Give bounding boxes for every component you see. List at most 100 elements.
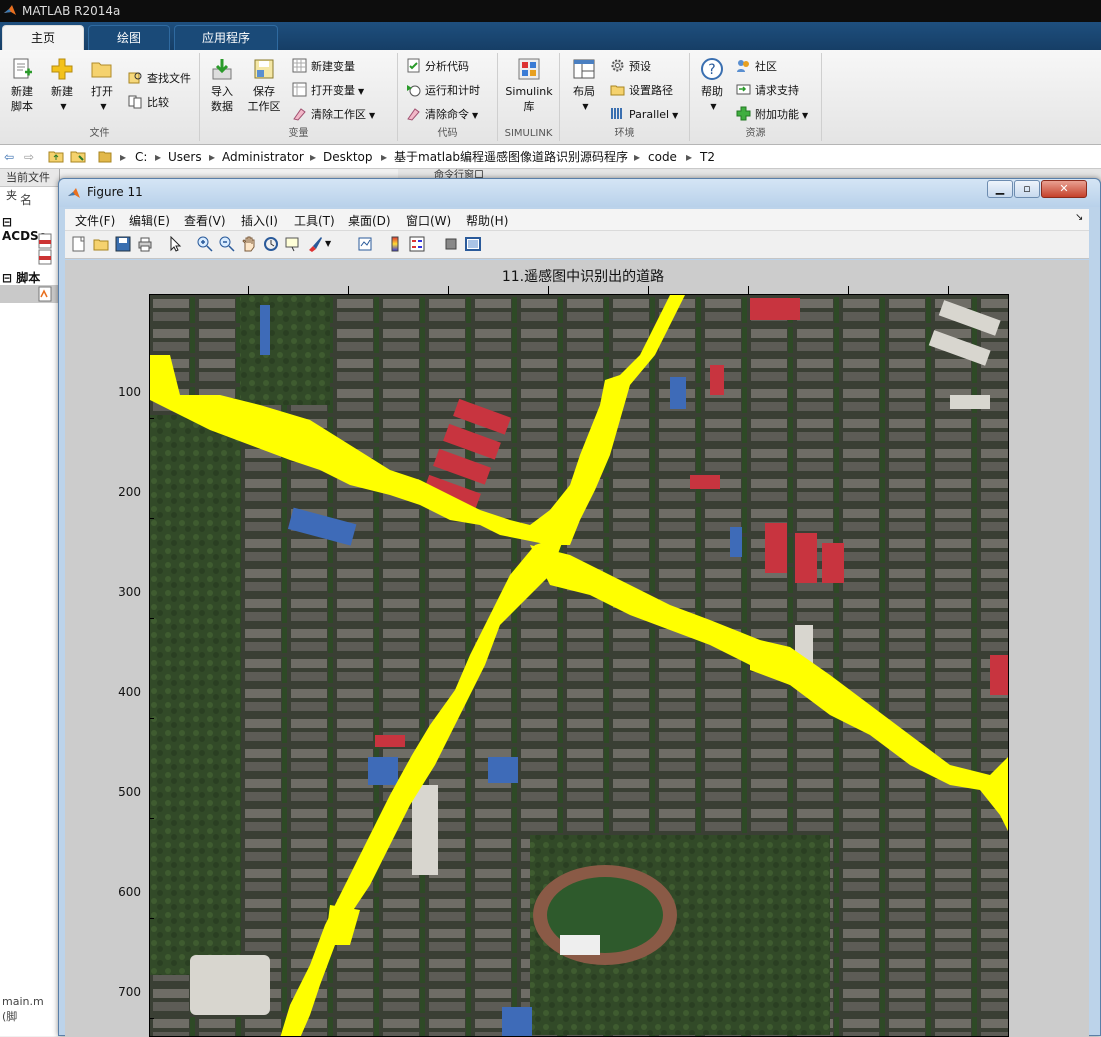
brush-icon[interactable] bbox=[307, 236, 323, 252]
path-segment-project[interactable]: 基于matlab编程遥感图像道路识别源码程序 bbox=[394, 146, 628, 168]
new-script-button[interactable]: 新建 脚本 bbox=[4, 57, 40, 114]
image-axes[interactable] bbox=[149, 294, 1009, 1037]
root-folder-icon bbox=[98, 146, 112, 168]
set-path-button[interactable]: 设置路径 bbox=[610, 81, 673, 101]
y-tick-mark bbox=[149, 518, 154, 519]
y-tick-label: 500 bbox=[118, 785, 141, 799]
new-figure-icon[interactable] bbox=[71, 236, 87, 252]
brush-dropdown-icon[interactable]: ▼ bbox=[325, 239, 331, 248]
dock-arrow-icon[interactable]: ↘ bbox=[1075, 212, 1083, 223]
show-plot-tools-icon[interactable] bbox=[465, 236, 481, 252]
current-folder-panel: 当前文件夹 名 ⊟ ACDSe ⊟ 脚本 main.m (脚 bbox=[0, 169, 60, 1036]
path-segment-t2[interactable]: T2 bbox=[700, 146, 715, 168]
figure-menu-bar: 文件(F) 编辑(E) 查看(V) 插入(I) 工具(T) 桌面(D) 窗口(W… bbox=[65, 209, 1089, 231]
open-label: 打开 bbox=[91, 85, 113, 98]
variable-group-label: 变量 bbox=[288, 128, 309, 139]
preferences-label: 预设 bbox=[629, 60, 651, 73]
up-folder-icon[interactable] bbox=[48, 146, 64, 168]
path-segment-code[interactable]: code bbox=[648, 146, 677, 168]
y-tick-label: 400 bbox=[118, 685, 141, 699]
open-variable-button[interactable]: 打开变量 ▼ bbox=[292, 81, 364, 101]
layout-label: 布局 bbox=[573, 85, 595, 98]
addons-button[interactable]: 附加功能 ▼ bbox=[736, 105, 808, 125]
menu-file[interactable]: 文件(F) bbox=[75, 212, 115, 229]
clear-commands-button[interactable]: 清除命令 ▼ bbox=[406, 105, 478, 125]
new-plus-icon bbox=[51, 58, 73, 80]
help-button[interactable]: ? 帮助 ▼ bbox=[694, 57, 730, 114]
community-button[interactable]: 社区 bbox=[736, 57, 777, 77]
y-tick-mark bbox=[149, 618, 154, 619]
browse-folder-icon[interactable] bbox=[70, 146, 86, 168]
path-separator-icon: ▸ bbox=[381, 150, 388, 164]
path-segment-administrator[interactable]: Administrator bbox=[222, 146, 304, 168]
menu-help[interactable]: 帮助(H) bbox=[466, 212, 508, 229]
folder-scripts-label: 脚本 bbox=[16, 271, 41, 285]
tab-plots[interactable]: 绘图 bbox=[88, 25, 170, 50]
request-support-button[interactable]: 请求支持 bbox=[736, 81, 799, 101]
analyze-code-button[interactable]: 分析代码 bbox=[406, 57, 469, 77]
menu-window[interactable]: 窗口(W) bbox=[406, 212, 451, 229]
preferences-button[interactable]: 预设 bbox=[610, 57, 651, 77]
parallel-label: Parallel bbox=[629, 108, 670, 121]
menu-tools[interactable]: 工具(T) bbox=[294, 212, 335, 229]
colorbar-icon[interactable] bbox=[387, 236, 403, 252]
open-file-icon[interactable] bbox=[93, 236, 109, 252]
simulink-library-button[interactable]: Simulink 库 bbox=[504, 57, 554, 114]
open-button[interactable]: 打开 ▼ bbox=[84, 57, 120, 114]
figure-title-bar[interactable]: Figure 11 ▁ ▫ ✕ bbox=[59, 179, 1100, 207]
new-variable-label: 新建变量 bbox=[311, 60, 355, 73]
find-files-button[interactable]: 查找文件 bbox=[128, 69, 191, 89]
layout-button[interactable]: 布局 ▼ bbox=[566, 57, 602, 114]
rotate-3d-icon[interactable] bbox=[263, 236, 279, 252]
save-icon[interactable] bbox=[115, 236, 131, 252]
folder-scripts[interactable]: ⊟ 脚本 bbox=[2, 269, 40, 286]
menu-edit[interactable]: 编辑(E) bbox=[129, 212, 170, 229]
zoom-out-icon[interactable] bbox=[219, 236, 235, 252]
path-segment-users[interactable]: Users bbox=[168, 146, 202, 168]
minimize-button[interactable]: ▁ bbox=[987, 180, 1013, 198]
legend-icon[interactable] bbox=[409, 236, 425, 252]
print-icon[interactable] bbox=[137, 236, 153, 252]
pan-hand-icon[interactable] bbox=[241, 236, 257, 252]
path-segment-drive[interactable]: C: bbox=[135, 146, 147, 168]
close-button[interactable]: ✕ bbox=[1041, 180, 1087, 198]
import-data-button[interactable]: 导入 数据 bbox=[204, 57, 240, 114]
link-plot-icon[interactable] bbox=[357, 236, 373, 252]
set-path-icon bbox=[610, 85, 625, 96]
name-column-header[interactable]: 名 bbox=[20, 191, 32, 208]
zoom-in-icon[interactable] bbox=[197, 236, 213, 252]
maximize-button[interactable]: ▫ bbox=[1014, 180, 1040, 198]
back-arrow-icon[interactable]: ⇦ bbox=[4, 146, 14, 168]
collapse-icon[interactable]: ⊟ bbox=[2, 215, 12, 229]
path-separator-icon: ▸ bbox=[634, 150, 641, 164]
pointer-arrow-icon[interactable] bbox=[167, 236, 183, 252]
menu-insert[interactable]: 插入(I) bbox=[241, 212, 278, 229]
compare-button[interactable]: 比较 bbox=[128, 93, 169, 113]
selected-row[interactable] bbox=[0, 285, 60, 303]
path-separator-icon: ▸ bbox=[686, 150, 693, 164]
addons-label: 附加功能 bbox=[755, 108, 799, 121]
clear-workspace-button[interactable]: 清除工作区 ▼ bbox=[292, 105, 375, 125]
current-folder-header: 当前文件夹 bbox=[0, 169, 59, 202]
forward-arrow-icon[interactable]: ⇨ bbox=[24, 146, 34, 168]
parallel-button[interactable]: Parallel ▼ bbox=[610, 105, 678, 125]
environment-group-label: 环境 bbox=[614, 128, 635, 139]
tab-home[interactable]: 主页 bbox=[2, 25, 84, 50]
run-and-time-button[interactable]: 运行和计时 bbox=[406, 81, 480, 101]
y-tick-label: 700 bbox=[118, 985, 141, 999]
menu-desktop[interactable]: 桌面(D) bbox=[348, 212, 391, 229]
path-segment-desktop[interactable]: Desktop bbox=[323, 146, 373, 168]
help-label: 帮助 bbox=[701, 85, 723, 98]
path-separator-icon: ▸ bbox=[209, 150, 216, 164]
new-variable-button[interactable]: 新建变量 bbox=[292, 57, 355, 77]
new-button[interactable]: 新建 ▼ bbox=[44, 57, 80, 114]
m-file-icon bbox=[38, 286, 52, 302]
collapse-icon[interactable]: ⊟ bbox=[2, 271, 12, 285]
tab-apps[interactable]: 应用程序 bbox=[174, 25, 278, 50]
hide-plot-tools-icon[interactable] bbox=[443, 236, 459, 252]
menu-view[interactable]: 查看(V) bbox=[184, 212, 226, 229]
y-tick-mark bbox=[149, 818, 154, 819]
png-file-icon[interactable] bbox=[38, 249, 52, 268]
save-workspace-button[interactable]: 保存 工作区 bbox=[246, 57, 282, 114]
data-cursor-icon[interactable] bbox=[285, 236, 301, 252]
